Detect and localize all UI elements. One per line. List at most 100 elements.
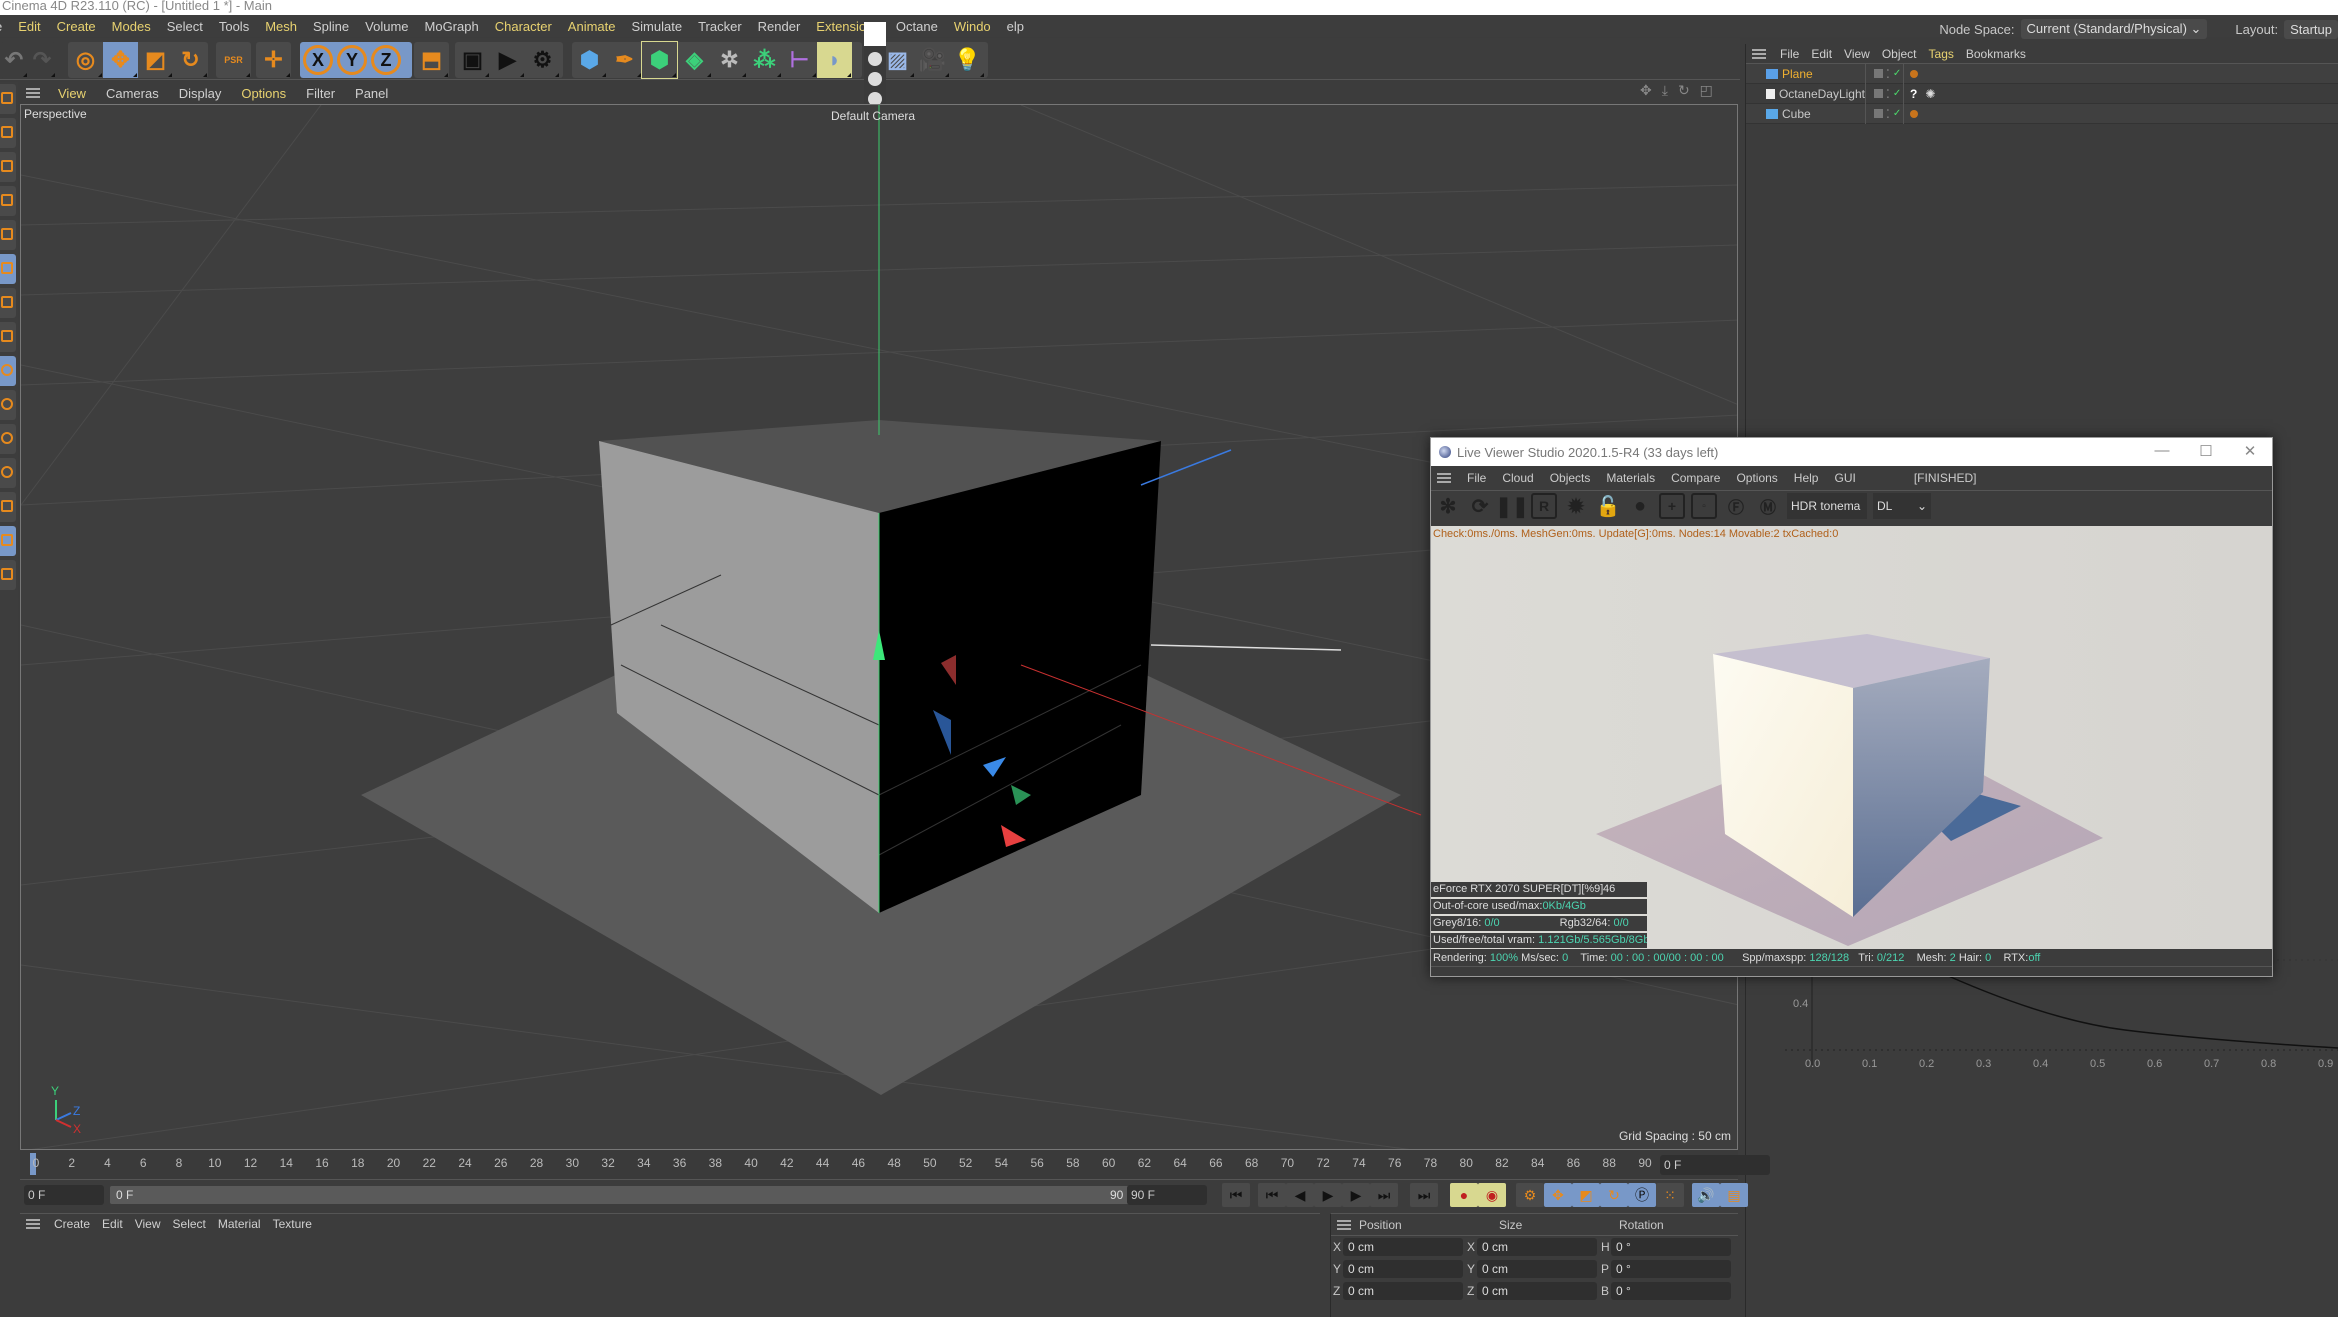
minimize-icon[interactable]: —: [2142, 442, 2182, 459]
live-viewer-menu-item[interactable]: Help: [1786, 471, 1827, 485]
current-frame-field[interactable]: 0 F: [1660, 1155, 1770, 1175]
go-to-end-icon[interactable]: ⏭: [1410, 1183, 1438, 1207]
subdivision-icon[interactable]: ⬢: [641, 41, 678, 79]
camera-icon[interactable]: 🎥: [915, 42, 950, 78]
prev-frame-icon[interactable]: ◀: [1286, 1183, 1314, 1207]
axis-mode-icon[interactable]: [0, 322, 16, 352]
orbit-icon[interactable]: ↻: [1678, 82, 1690, 102]
material-menu-item[interactable]: Edit: [96, 1217, 129, 1231]
menu-item[interactable]: Select: [159, 19, 211, 34]
menu-item[interactable]: Character: [487, 19, 560, 34]
key-parameter-icon[interactable]: Ⓟ: [1628, 1183, 1656, 1207]
live-viewer-menu-item[interactable]: Materials: [1598, 471, 1663, 485]
size-field[interactable]: 0 cm: [1477, 1260, 1597, 1278]
size-field[interactable]: 0 cm: [1477, 1282, 1597, 1300]
rotation-field[interactable]: 0 °: [1611, 1282, 1731, 1300]
move-icon[interactable]: ✥: [103, 42, 138, 78]
key-scale-icon[interactable]: ◩: [1572, 1183, 1600, 1207]
cube-icon[interactable]: ⬢: [572, 42, 607, 78]
cloner-icon[interactable]: ✲: [712, 42, 747, 78]
key-position-icon[interactable]: ✥: [1544, 1183, 1572, 1207]
layer-checkbox-icon[interactable]: [1874, 69, 1883, 78]
end-frame-field[interactable]: 90 F: [1127, 1185, 1207, 1205]
hamburger-icon[interactable]: [1437, 473, 1451, 483]
material-menu-item[interactable]: Select: [167, 1217, 212, 1231]
points-mode-icon[interactable]: [0, 186, 16, 216]
enabled-check-icon[interactable]: ✓: [1893, 108, 1901, 119]
render-settings-icon[interactable]: ⚙: [525, 42, 560, 78]
menu-item[interactable]: Animate: [560, 19, 624, 34]
menu-item[interactable]: Edit: [10, 19, 48, 34]
edges-mode-icon[interactable]: [0, 220, 16, 250]
live-viewer-menu-item[interactable]: Options: [1728, 471, 1785, 485]
rotate-icon[interactable]: ↻: [173, 42, 208, 78]
close-icon[interactable]: ✕: [2230, 442, 2270, 460]
material-menu-item[interactable]: View: [129, 1217, 167, 1231]
menu-item[interactable]: Tools: [211, 19, 257, 34]
sound-icon[interactable]: 🔊: [1692, 1183, 1720, 1207]
add-snapshot-icon[interactable]: +: [1659, 493, 1685, 519]
render-region-icon[interactable]: ▣: [455, 42, 490, 78]
menu-item[interactable]: Mesh: [257, 19, 305, 34]
key-rotation-icon[interactable]: ↻: [1600, 1183, 1628, 1207]
live-viewer-menu-item[interactable]: Cloud: [1494, 471, 1541, 485]
focus-picker-icon[interactable]: Ⓕ: [1723, 493, 1749, 519]
object-manager-menu-item[interactable]: File: [1774, 47, 1805, 61]
workplane-icon[interactable]: [0, 492, 16, 522]
quantize-icon[interactable]: [0, 424, 16, 454]
menu-item[interactable]: Modes: [104, 19, 159, 34]
menu-item[interactable]: Tracker: [690, 19, 750, 34]
object-manager-menu-item[interactable]: Bookmarks: [1960, 47, 2032, 61]
soft-selection-icon[interactable]: [0, 458, 16, 488]
menu-item[interactable]: Volume: [357, 19, 416, 34]
settings-icon[interactable]: ✹: [1563, 493, 1589, 519]
tonemap-dropdown[interactable]: HDR tonema ⌄: [1787, 493, 1867, 539]
field-icon[interactable]: ◗: [817, 42, 852, 78]
timeline-ruler[interactable]: 0 2 4 6 8 10 12 14 16 18 20 22 24 26 28 30 32 34 36 38 40 42 4…: [20, 1150, 1770, 1180]
workplane-lock-icon[interactable]: [0, 560, 16, 590]
key-pla-icon[interactable]: ⁙: [1656, 1183, 1684, 1207]
menu-item[interactable]: Simulate: [624, 19, 691, 34]
menu-item[interactable]: Create: [49, 19, 104, 34]
live-viewer-menu-item[interactable]: Compare: [1663, 471, 1728, 485]
menu-item[interactable]: MoGraph: [417, 19, 487, 34]
object-name[interactable]: OctaneDayLight: [1779, 87, 1865, 101]
film-icon[interactable]: ▤: [1720, 1183, 1748, 1207]
object-name-cell[interactable]: Plane: [1746, 63, 1866, 84]
toggle-view-icon[interactable]: ◰: [1700, 82, 1713, 102]
uv-mode-icon[interactable]: [0, 288, 16, 318]
object-manager-menu-item[interactable]: Edit: [1805, 47, 1838, 61]
hamburger-icon[interactable]: [26, 88, 40, 98]
next-frame-icon[interactable]: ▶: [1342, 1183, 1370, 1207]
snap-settings-icon[interactable]: [0, 390, 16, 420]
object-row[interactable]: OctaneDayLight ⁚ ✓? ✺: [1746, 83, 2338, 104]
light-icon[interactable]: 💡: [950, 42, 985, 78]
object-name[interactable]: Plane: [1782, 67, 1813, 81]
material-menu-item[interactable]: Material: [212, 1217, 267, 1231]
maximize-icon[interactable]: ☐: [2186, 442, 2226, 460]
visibility-dots-icon[interactable]: ⁚: [1886, 67, 1890, 81]
object-manager-menu-item[interactable]: Tags: [1923, 47, 1960, 61]
z-axis-icon[interactable]: Z: [371, 45, 401, 75]
menu-item[interactable]: elp: [999, 19, 1032, 34]
x-axis-icon[interactable]: X: [303, 45, 333, 75]
material-picker-icon[interactable]: Ⓜ: [1755, 493, 1781, 519]
undo-icon[interactable]: ↶: [0, 42, 28, 78]
send-scene-icon[interactable]: ✻: [1435, 493, 1461, 519]
hamburger-icon[interactable]: [26, 1219, 40, 1229]
phong-tag-icon[interactable]: [1910, 69, 1918, 78]
node-space-dropdown[interactable]: Current (Standard/Physical) ⌄: [2020, 19, 2208, 39]
lock-icon[interactable]: 🔓: [1595, 493, 1621, 519]
play-icon[interactable]: ▶: [1314, 1183, 1342, 1207]
menu-item[interactable]: Octane: [888, 19, 946, 34]
render-output[interactable]: Check:0ms./0ms. MeshGen:0ms. Update[G]:0…: [1431, 526, 2272, 949]
camera-name[interactable]: Default Camera: [831, 109, 915, 123]
visibility-dots-icon[interactable]: ⁚: [1886, 107, 1890, 121]
menu-item[interactable]: Render: [750, 19, 809, 34]
y-axis-icon[interactable]: Y: [337, 45, 367, 75]
live-viewer-menu-item[interactable]: File: [1459, 471, 1494, 485]
coord-system-icon[interactable]: ⬒: [414, 42, 449, 78]
go-to-start-icon[interactable]: ⏮: [1222, 1183, 1250, 1207]
size-field[interactable]: 0 cm: [1477, 1238, 1597, 1256]
keyframe-selection-icon[interactable]: ⚙: [1516, 1183, 1544, 1207]
